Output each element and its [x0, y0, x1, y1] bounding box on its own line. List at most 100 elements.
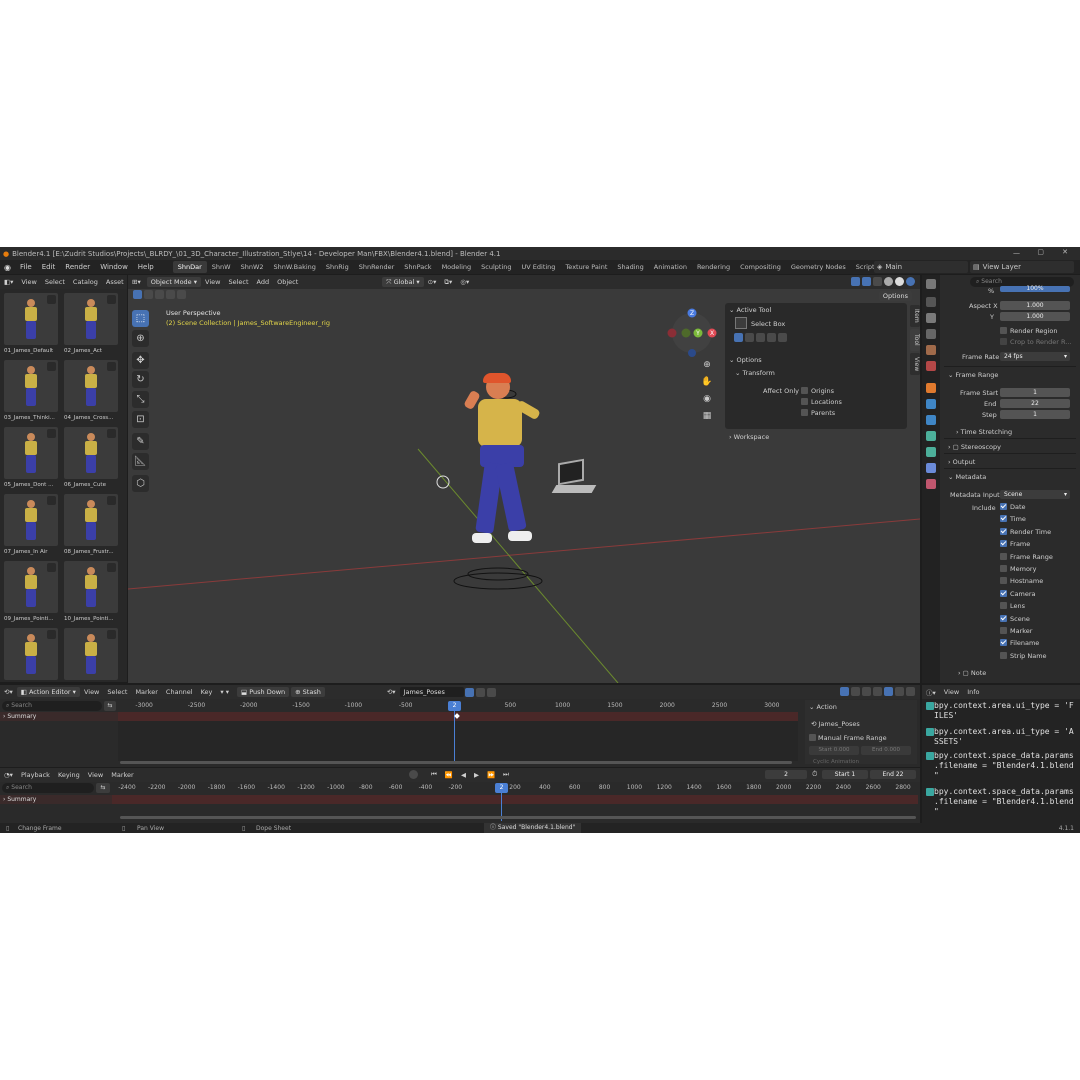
viewport-menu-view[interactable]: View: [201, 278, 224, 286]
character-model[interactable]: [458, 373, 568, 565]
maximize-icon[interactable]: ▢: [1037, 248, 1044, 256]
rotate-tool[interactable]: ↻: [132, 371, 149, 388]
scene-selector[interactable]: ◈ Main: [874, 261, 968, 273]
workspace-tab-shnw-baking[interactable]: ShnW.Baking: [269, 261, 321, 273]
mode-new-icon[interactable]: [734, 333, 743, 342]
note-header[interactable]: › ▢ Note: [958, 669, 986, 677]
asset-thumbnail[interactable]: 09_James_Pointi...: [4, 561, 58, 622]
workspace-tab-shnrig[interactable]: ShnRig: [321, 261, 354, 273]
timeline-end-field[interactable]: End 22: [870, 770, 916, 779]
physics-props-icon[interactable]: [926, 431, 936, 441]
view-layer-selector[interactable]: ▤ View Layer: [970, 261, 1074, 273]
object-props-icon[interactable]: [926, 383, 936, 393]
asset-thumbnail[interactable]: [64, 628, 118, 680]
options-header[interactable]: ⌄ Options: [729, 356, 762, 364]
timeline-editor-icon[interactable]: ◔▾: [0, 771, 17, 779]
metadata-filename-checkbox[interactable]: [1000, 639, 1007, 647]
texture-props-icon[interactable]: [926, 479, 936, 489]
proportional-icon[interactable]: ◎▾: [456, 278, 473, 286]
overlay-icon[interactable]: [862, 277, 871, 286]
workspace-tab-rendering[interactable]: Rendering: [692, 261, 735, 273]
ortho-grid-icon[interactable]: ▦: [700, 408, 714, 425]
current-frame-field[interactable]: 2: [765, 770, 807, 779]
jump-start-icon[interactable]: ⏮: [427, 770, 441, 779]
only-selected-icon[interactable]: [840, 687, 849, 696]
transform-header[interactable]: ⌄ Transform: [735, 369, 775, 377]
metadata-lens-checkbox[interactable]: [1000, 602, 1007, 610]
add-cube-tool[interactable]: ⬡: [132, 475, 149, 492]
view-tab[interactable]: View: [910, 353, 920, 375]
ae-swap-icon[interactable]: ⇆: [104, 701, 116, 711]
frame-range-header[interactable]: ⌄ Frame Range: [948, 371, 998, 379]
view-layer-props-icon[interactable]: [926, 329, 936, 339]
action-panel-name[interactable]: ⟲ James_Poses: [811, 720, 860, 728]
asset-thumbnail[interactable]: 02_James_Act: [64, 293, 118, 354]
show-errors-icon[interactable]: [862, 687, 871, 696]
frame-step-field[interactable]: 1: [1000, 410, 1070, 419]
asset-thumbnail[interactable]: 04_James_Cross...: [64, 360, 118, 421]
scene-props-icon[interactable]: [926, 345, 936, 355]
info-log-entry[interactable]: bpy.context.area.ui_type = 'A SSETS': [934, 727, 1074, 747]
locations-checkbox[interactable]: [801, 398, 808, 405]
select-box-icon[interactable]: [735, 317, 747, 329]
proportional-edit-icon[interactable]: [884, 687, 893, 696]
play-reverse-icon[interactable]: ◀: [457, 771, 470, 779]
output-props-icon[interactable]: [926, 313, 936, 323]
data-props-icon[interactable]: [926, 463, 936, 473]
workspace-tab-animation[interactable]: Animation: [649, 261, 692, 273]
ae-search-input[interactable]: ⌕ Search: [2, 701, 102, 711]
ae-summary-channel[interactable]: › Summary: [0, 712, 118, 721]
action-name-field[interactable]: James_Poses: [399, 687, 464, 697]
render-props-icon[interactable]: [926, 297, 936, 307]
info-menu-view[interactable]: View: [940, 688, 963, 696]
action-start-field[interactable]: Start 0.000: [809, 746, 859, 755]
zoom-icon[interactable]: ⊕: [700, 357, 714, 374]
action-panel-header[interactable]: ⌄ Action: [809, 703, 837, 711]
camera-view-icon[interactable]: ◉: [700, 391, 714, 408]
stash-button[interactable]: ⊕ Stash: [291, 687, 325, 697]
stereoscopy-header[interactable]: › ▢ Stereoscopy: [948, 443, 1001, 451]
pan-hand-icon[interactable]: ✋: [700, 374, 714, 391]
asset-menu-asset[interactable]: Asset: [102, 278, 128, 286]
workspace-tab-shnpack[interactable]: ShnPack: [399, 261, 436, 273]
metadata-marker-checkbox[interactable]: [1000, 627, 1007, 634]
info-log-entry[interactable]: bpy.context.area.ui_type = 'F ILES': [934, 701, 1074, 721]
asset-thumbnail[interactable]: 07_James_In Air: [4, 494, 58, 555]
object-mode-dropdown[interactable]: Object Mode ▾: [146, 277, 202, 287]
mode-invert-icon[interactable]: [767, 333, 776, 342]
editor-type-icon[interactable]: ◧▾: [0, 278, 17, 286]
workspace-tab-modeling[interactable]: Modeling: [437, 261, 477, 273]
workspace-tab-sculpting[interactable]: Sculpting: [476, 261, 516, 273]
info-editor-icon[interactable]: ⓘ▾: [922, 687, 940, 697]
ae-playhead[interactable]: 2: [448, 701, 461, 711]
metadata-scene-checkbox[interactable]: [1000, 614, 1007, 622]
transform-tool[interactable]: ⊡: [132, 411, 149, 428]
metadata-header[interactable]: ⌄ Metadata: [948, 473, 986, 481]
push-down-button[interactable]: ⬓ Push Down: [237, 687, 290, 697]
timeline-menu-keying[interactable]: Keying: [54, 771, 84, 779]
3d-viewport[interactable]: ⊞▾ Object Mode ▾ View Select Add Object ⤧ G…: [128, 275, 920, 683]
timeline-menu-marker[interactable]: Marker: [107, 771, 137, 779]
mode-extend-icon[interactable]: [745, 333, 754, 342]
ae-horizontal-scrollbar[interactable]: [120, 761, 792, 764]
orientation-dropdown[interactable]: ⤧ Global ▾: [382, 277, 424, 287]
frame-end-field[interactable]: 22: [1000, 399, 1070, 408]
timeline-summary-channel[interactable]: › Summary: [0, 795, 112, 804]
metadata-hostname-checkbox[interactable]: [1000, 577, 1007, 585]
viewport-menu-object[interactable]: Object: [273, 278, 302, 286]
material-shading-icon[interactable]: [895, 277, 904, 286]
ae-menu-view[interactable]: View: [80, 688, 103, 696]
asset-thumbnail[interactable]: 05_James_Dont ...: [4, 427, 58, 488]
aspect-y-field[interactable]: 1.000: [1000, 312, 1070, 321]
metadata-input-dropdown[interactable]: Scene ▾: [1000, 490, 1070, 499]
timeline-menu-view[interactable]: View: [84, 771, 107, 779]
menu-render[interactable]: Render: [60, 263, 95, 271]
navigation-gizmo[interactable]: Z X Y: [666, 305, 720, 359]
workspace-tab-compositing[interactable]: Compositing: [735, 261, 786, 273]
mode-subtract-icon[interactable]: [756, 333, 765, 342]
timeline-search-input[interactable]: ⌕ Search: [2, 783, 94, 793]
aspect-x-field[interactable]: 1.000: [1000, 301, 1070, 310]
metadata-time-checkbox[interactable]: [1000, 515, 1007, 523]
asset-thumbnail[interactable]: 06_James_Cute: [64, 427, 118, 488]
action-end-field[interactable]: End 0.000: [861, 746, 911, 755]
